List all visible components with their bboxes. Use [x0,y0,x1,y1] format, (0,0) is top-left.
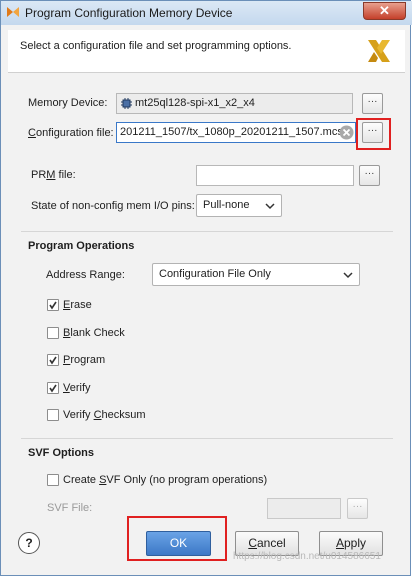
non-config-pins-label: State of non-config mem I/O pins: [31,200,195,212]
window-title: Program Configuration Memory Device [25,6,233,20]
chevron-down-icon [343,272,353,279]
create-svf-label: Create SVF Only (no program operations) [63,474,268,486]
header-text: Select a configuration file and set prog… [20,40,292,52]
svf-file-browse-button: ··· [347,498,368,519]
memory-device-field: mt25ql128-spi-x1_x2_x4 [116,93,353,114]
svf-options-title: SVF Options [28,447,94,459]
blank-check-label: Blank Check [63,327,125,339]
erase-label: Erase [63,299,92,311]
checkmark-icon [49,301,57,310]
app-icon [7,7,19,17]
help-icon: ? [25,536,33,550]
checkmark-icon [49,356,57,365]
verify-checksum-label: Verify Checksum [63,409,146,421]
ellipsis-icon: ··· [352,501,363,512]
dialog-header: Select a configuration file and set prog… [8,30,405,73]
verify-checkbox[interactable] [47,382,59,394]
address-range-label: Address Range: [46,269,125,281]
verify-label: Verify [63,382,91,394]
title-bar: Program Configuration Memory Device ✕ [1,1,412,25]
prm-file-input[interactable] [196,165,354,186]
chevron-down-icon [265,203,275,210]
program-operations-title: Program Operations [28,240,135,252]
ellipsis-icon: ··· [367,96,378,107]
xilinx-logo-icon [368,40,390,62]
chip-icon [121,98,132,109]
svf-file-input [267,498,341,519]
non-config-pins-select[interactable]: Pull-none [196,194,282,217]
program-label: Program [63,354,106,366]
erase-checkbox[interactable] [47,299,59,311]
close-icon: ✕ [379,3,390,18]
non-config-pins-value: Pull-none [203,199,250,211]
blank-check-checkbox[interactable] [47,327,59,339]
help-button[interactable]: ? [18,532,40,554]
configuration-file-input[interactable]: 201211_1507/tx_1080p_20201211_1507.mcs [116,122,356,143]
create-svf-checkbox[interactable] [47,474,59,486]
memory-device-label: Memory Device: [28,97,108,109]
close-button[interactable]: ✕ [363,2,406,20]
divider [21,438,393,439]
memory-device-value: mt25ql128-spi-x1_x2_x4 [135,97,255,109]
configuration-file-label: Configuration file: [28,127,114,139]
highlight-box-browse [356,118,391,150]
ellipsis-icon: ··· [364,168,375,179]
memory-device-browse-button[interactable]: ··· [362,93,383,114]
configuration-file-value: 201211_1507/tx_1080p_20201211_1507.mcs [120,126,343,138]
dialog-window: Program Configuration Memory Device ✕ Se… [0,0,412,576]
svf-file-label: SVF File: [47,502,93,514]
watermark-text: https://blog.csdn.net/u014586651 [233,551,381,562]
divider [21,231,393,232]
program-checkbox[interactable] [47,354,59,366]
highlight-box-ok [127,516,227,561]
checkmark-icon [49,384,57,393]
clear-icon[interactable] [339,125,354,140]
address-range-value: Configuration File Only [159,268,271,280]
prm-file-label: PRM file: [31,169,76,181]
verify-checksum-checkbox[interactable] [47,409,59,421]
prm-file-browse-button[interactable]: ··· [359,165,380,186]
address-range-select[interactable]: Configuration File Only [152,263,360,286]
